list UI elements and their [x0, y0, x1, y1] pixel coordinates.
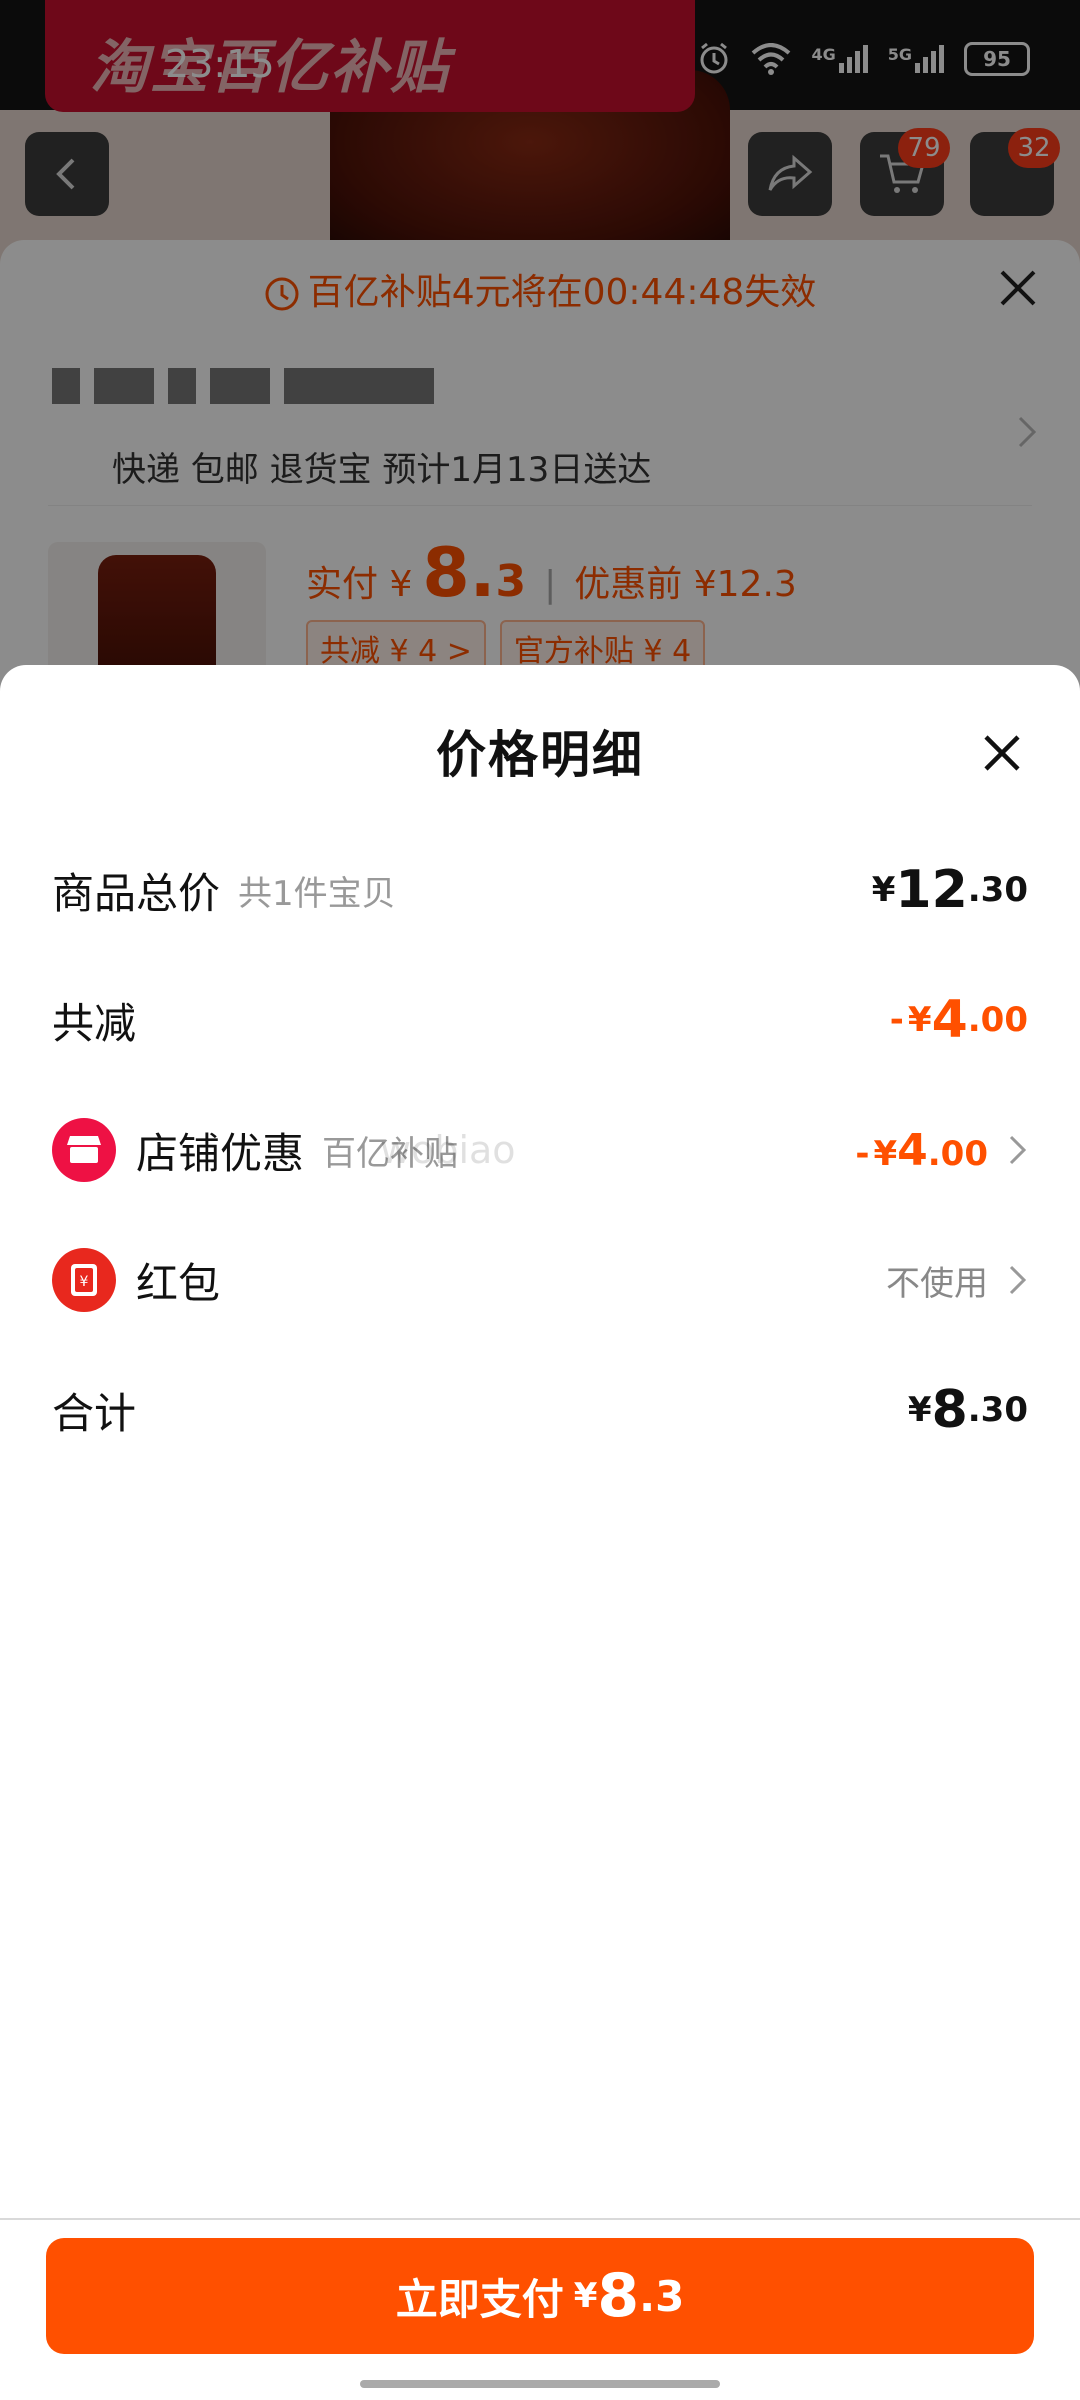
sum-label: 合计 — [52, 1388, 137, 1438]
sheet-title: 价格明细 — [436, 726, 644, 784]
reduce-amount: - ¥4.00 — [889, 990, 1028, 1050]
row-red-packet[interactable]: ¥ 红包 不使用 — [52, 1240, 1028, 1320]
screen: 淘宝百亿补贴 23:15 4G 5G 95 79 32 百亿补贴4元将在00:4… — [0, 0, 1080, 2400]
shop-icon — [52, 1118, 116, 1182]
row-reduce: 共减 - ¥4.00 — [52, 980, 1028, 1060]
pay-now-label: 立即支付 — [395, 2274, 564, 2324]
chevron-right-icon — [1009, 1265, 1027, 1295]
red-packet-label: 红包 — [136, 1258, 221, 1308]
item-total-price: ¥12.30 — [871, 860, 1028, 920]
shop-discount-label: 店铺优惠 — [136, 1128, 305, 1178]
close-icon — [984, 735, 1020, 771]
row-shop-discount[interactable]: 店铺优惠 百亿补贴 - ¥4.00 — [52, 1110, 1028, 1190]
home-indicator[interactable] — [360, 2380, 720, 2388]
svg-text:¥: ¥ — [80, 1274, 89, 1290]
price-detail-sheet: 价格明细 商品总价 共1件宝贝 ¥12.30 共减 - ¥4.00 店铺优惠 百亿… — [0, 665, 1080, 2400]
red-packet-value: 不使用 — [886, 1263, 988, 1304]
pay-now-button[interactable]: 立即支付 ¥ 8 .3 — [46, 2238, 1034, 2354]
item-count: 共1件宝贝 — [238, 873, 396, 914]
reduce-label: 共减 — [52, 998, 137, 1048]
shop-discount-amount: - ¥4.00 — [855, 1124, 988, 1176]
watermark: wobiao — [380, 1128, 516, 1172]
sum-price: ¥8.30 — [907, 1380, 1028, 1440]
item-total-label: 商品总价 — [52, 868, 221, 918]
red-packet-icon: ¥ — [52, 1248, 116, 1312]
row-item-total: 商品总价 共1件宝贝 ¥12.30 — [52, 850, 1028, 930]
row-sum: 合计 ¥8.30 — [52, 1370, 1028, 1450]
divider — [0, 2218, 1080, 2220]
sheet-close-button[interactable] — [974, 725, 1030, 781]
chevron-right-icon — [1009, 1135, 1027, 1165]
